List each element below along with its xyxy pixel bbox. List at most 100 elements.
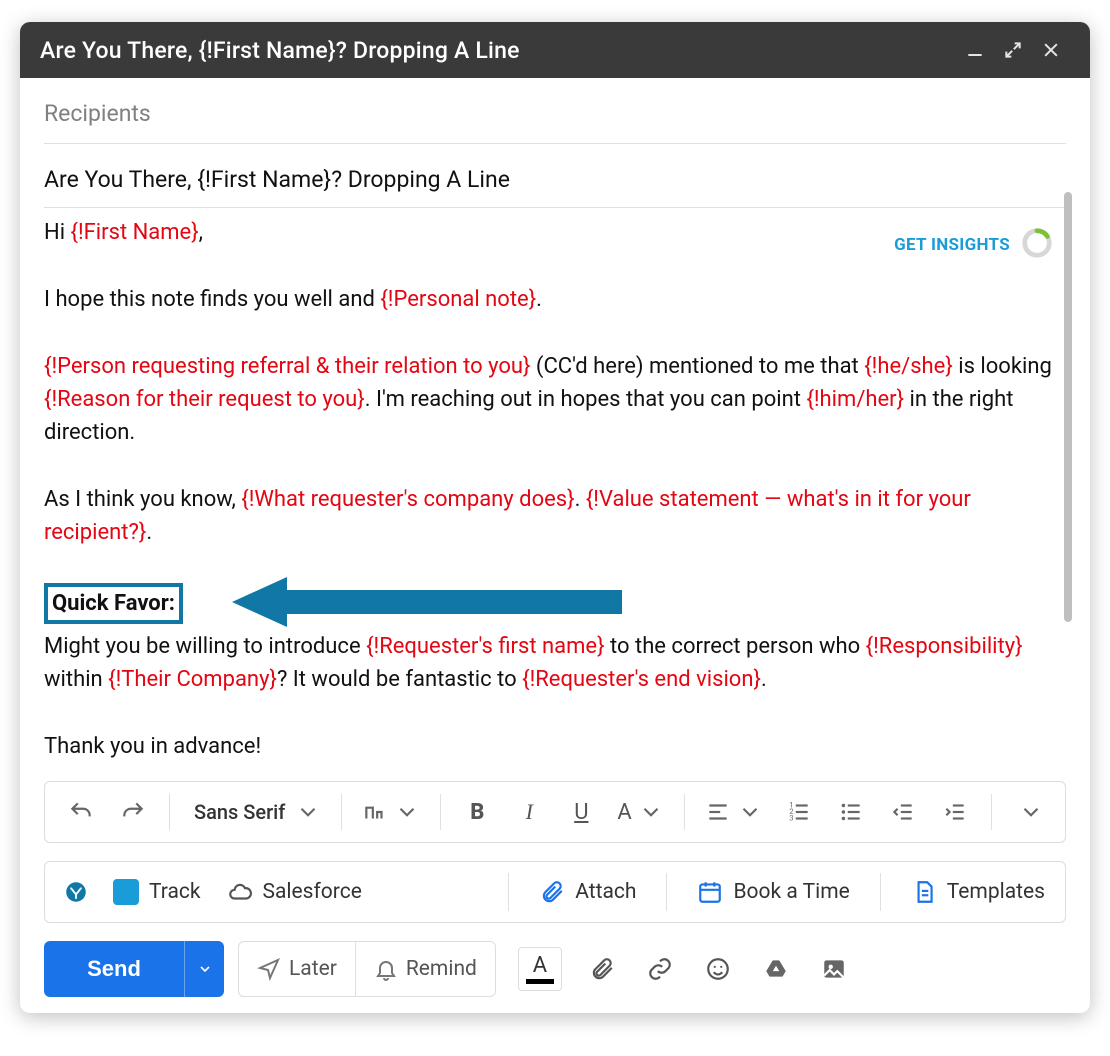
secondary-send-group: Later Remind	[238, 941, 496, 997]
drive-icon	[763, 956, 789, 982]
window-titlebar: Are You There, {!First Name}? Dropping A…	[20, 22, 1090, 78]
underline-button[interactable]: U	[559, 790, 603, 834]
paperclip-icon	[589, 956, 615, 982]
bold-button[interactable]: B	[455, 790, 499, 834]
font-family-select[interactable]: Sans Serif	[184, 790, 327, 834]
attach-file-button[interactable]	[584, 951, 620, 987]
send-button[interactable]: Send	[44, 941, 184, 997]
body-text: Thank you in advance!	[44, 730, 1060, 763]
merge-token: {!What requester's company does}	[241, 487, 574, 512]
body-text: .	[761, 667, 767, 692]
paperclip-icon	[539, 879, 565, 905]
body-text: . I'm reaching out in hopes that you can…	[365, 387, 807, 412]
send-later-button[interactable]: Later	[239, 942, 355, 996]
body-text: is looking	[953, 354, 1052, 379]
outdent-button[interactable]	[881, 790, 925, 834]
toolbar-separator	[666, 873, 667, 911]
merge-token: {!Personal note}	[380, 287, 536, 312]
body-text: .	[536, 287, 542, 312]
attach-label: Attach	[575, 880, 636, 904]
font-size-select[interactable]	[356, 790, 426, 834]
redo-button[interactable]	[111, 790, 155, 834]
insights-spinner-icon	[1020, 226, 1054, 264]
toolbar-separator	[169, 794, 170, 830]
divider	[44, 143, 1066, 144]
svg-text:3: 3	[789, 814, 793, 823]
book-time-button[interactable]: Book a Time	[691, 879, 855, 905]
text-color-button[interactable]: A	[611, 790, 669, 834]
body-text: .	[575, 487, 586, 512]
undo-button[interactable]	[59, 790, 103, 834]
cloud-icon	[227, 879, 253, 905]
body-text: within	[44, 667, 108, 692]
highlighted-label: Quick Favor:	[44, 583, 183, 624]
track-label: Track	[149, 880, 201, 904]
merge-token: {!him/her}	[806, 387, 904, 412]
send-icon	[257, 957, 281, 981]
send-options-button[interactable]	[184, 941, 224, 997]
remind-button[interactable]: Remind	[355, 942, 495, 996]
insert-drive-button[interactable]	[758, 951, 794, 987]
templates-button[interactable]: Templates	[905, 879, 1051, 905]
merge-token: {!Responsibility}	[866, 634, 1023, 659]
body-text: I hope this note finds you well and	[44, 287, 380, 312]
body-text: As I think you know,	[44, 487, 241, 512]
compose-iconrow: A	[518, 947, 852, 991]
minimize-button[interactable]	[956, 31, 994, 69]
indent-button[interactable]	[933, 790, 977, 834]
document-icon	[911, 879, 937, 905]
italic-button[interactable]: I	[507, 790, 551, 834]
merge-token: {!he/she}	[864, 354, 953, 379]
attach-button[interactable]: Attach	[533, 879, 642, 905]
subject-field[interactable]: Are You There, {!First Name}? Dropping A…	[44, 152, 1066, 207]
merge-token: {!Their Company}	[108, 667, 277, 692]
toolbar-separator	[440, 794, 441, 830]
bullet-list-button[interactable]	[829, 790, 873, 834]
font-color-button[interactable]: A	[518, 947, 562, 991]
body-text: (CC'd here) mentioned to me that	[530, 354, 864, 379]
formatting-toolbar: Sans Serif B I U A 123	[44, 781, 1066, 843]
recipients-field[interactable]: Recipients	[44, 78, 1066, 143]
color-bar	[526, 979, 554, 984]
ordered-list-button[interactable]: 123	[777, 790, 821, 834]
body-text: .	[146, 520, 152, 545]
yesware-logo-icon[interactable]	[59, 875, 93, 909]
insights-button[interactable]: GET INSIGHTS	[886, 220, 1062, 270]
toolbar-separator	[684, 794, 685, 830]
salesforce-label: Salesforce	[263, 880, 362, 904]
compose-window: Are You There, {!First Name}? Dropping A…	[20, 22, 1090, 1013]
salesforce-button[interactable]: Salesforce	[221, 879, 368, 905]
body-text: Hi	[44, 220, 71, 245]
insights-label: GET INSIGHTS	[894, 235, 1010, 255]
merge-token: {!Person requesting referral & their rel…	[44, 354, 530, 379]
body-text: ,	[199, 220, 203, 245]
merge-token: {!First Name}	[71, 220, 199, 245]
align-button[interactable]	[699, 790, 769, 834]
merge-token: {!Requester's end vision}	[522, 667, 761, 692]
yesware-toolbar: Track Salesforce Attach Book a Time	[44, 861, 1066, 923]
insert-link-button[interactable]	[642, 951, 678, 987]
font-family-label: Sans Serif	[190, 800, 289, 824]
body-text: ? It would be fantastic to	[277, 667, 522, 692]
toolbar-separator	[880, 873, 881, 911]
track-toggle[interactable]: Track	[107, 879, 207, 905]
toolbar-separator	[341, 794, 342, 830]
divider	[44, 207, 1066, 208]
more-formatting-button[interactable]	[1006, 790, 1050, 834]
email-body-editor[interactable]: Hi {!First Name}, I hope this note finds…	[44, 216, 1066, 763]
insert-emoji-button[interactable]	[700, 951, 736, 987]
image-icon	[821, 956, 847, 982]
window-title: Are You There, {!First Name}? Dropping A…	[40, 37, 956, 64]
merge-token: {!Reason for their request to you}	[44, 387, 365, 412]
insert-photo-button[interactable]	[816, 951, 852, 987]
annotation-arrow-icon	[232, 577, 622, 627]
popout-button[interactable]	[994, 31, 1032, 69]
close-button[interactable]	[1032, 31, 1070, 69]
merge-token: {!Requester's first name}	[366, 634, 604, 659]
bell-icon	[374, 957, 398, 981]
scrollbar[interactable]	[1064, 192, 1072, 622]
remind-label: Remind	[406, 957, 477, 981]
toolbar-separator	[991, 794, 992, 830]
send-row: Send Later Remind A	[44, 941, 1066, 997]
toolbar-separator	[508, 873, 509, 911]
